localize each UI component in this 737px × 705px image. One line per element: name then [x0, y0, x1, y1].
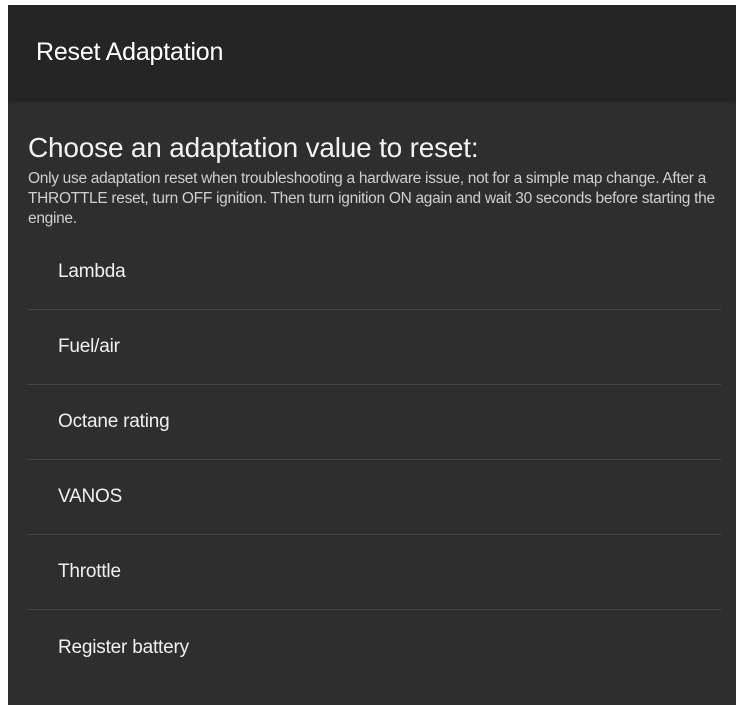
option-label: Throttle	[58, 561, 121, 582]
main-content: Choose an adaptation value to reset: Onl…	[8, 131, 736, 685]
option-vanos[interactable]: VANOS	[28, 460, 721, 535]
option-label: VANOS	[58, 486, 123, 507]
page-description: Only use adaptation reset when troublesh…	[28, 170, 715, 227]
option-octane-rating[interactable]: Octane rating	[28, 385, 721, 460]
reset-adaptation-screen: Reset Adaptation Choose an adaptation va…	[8, 5, 736, 705]
option-label: Register battery	[58, 636, 189, 658]
option-label: Fuel/air	[58, 336, 120, 357]
option-label: Octane rating	[58, 411, 170, 432]
option-label: Lambda	[58, 261, 126, 282]
app-bar-title: Reset Adaptation	[36, 37, 224, 66]
adaptation-options-list: Lambda Fuel/air Octane rating VANOS Thro…	[28, 235, 721, 685]
option-lambda[interactable]: Lambda	[28, 235, 721, 310]
option-fuel-air[interactable]: Fuel/air	[28, 310, 721, 385]
app-bar: Reset Adaptation	[8, 5, 736, 99]
page-heading: Choose an adaptation value to reset:	[28, 132, 479, 163]
option-register-battery[interactable]: Register battery	[28, 610, 721, 685]
option-throttle[interactable]: Throttle	[28, 535, 721, 610]
